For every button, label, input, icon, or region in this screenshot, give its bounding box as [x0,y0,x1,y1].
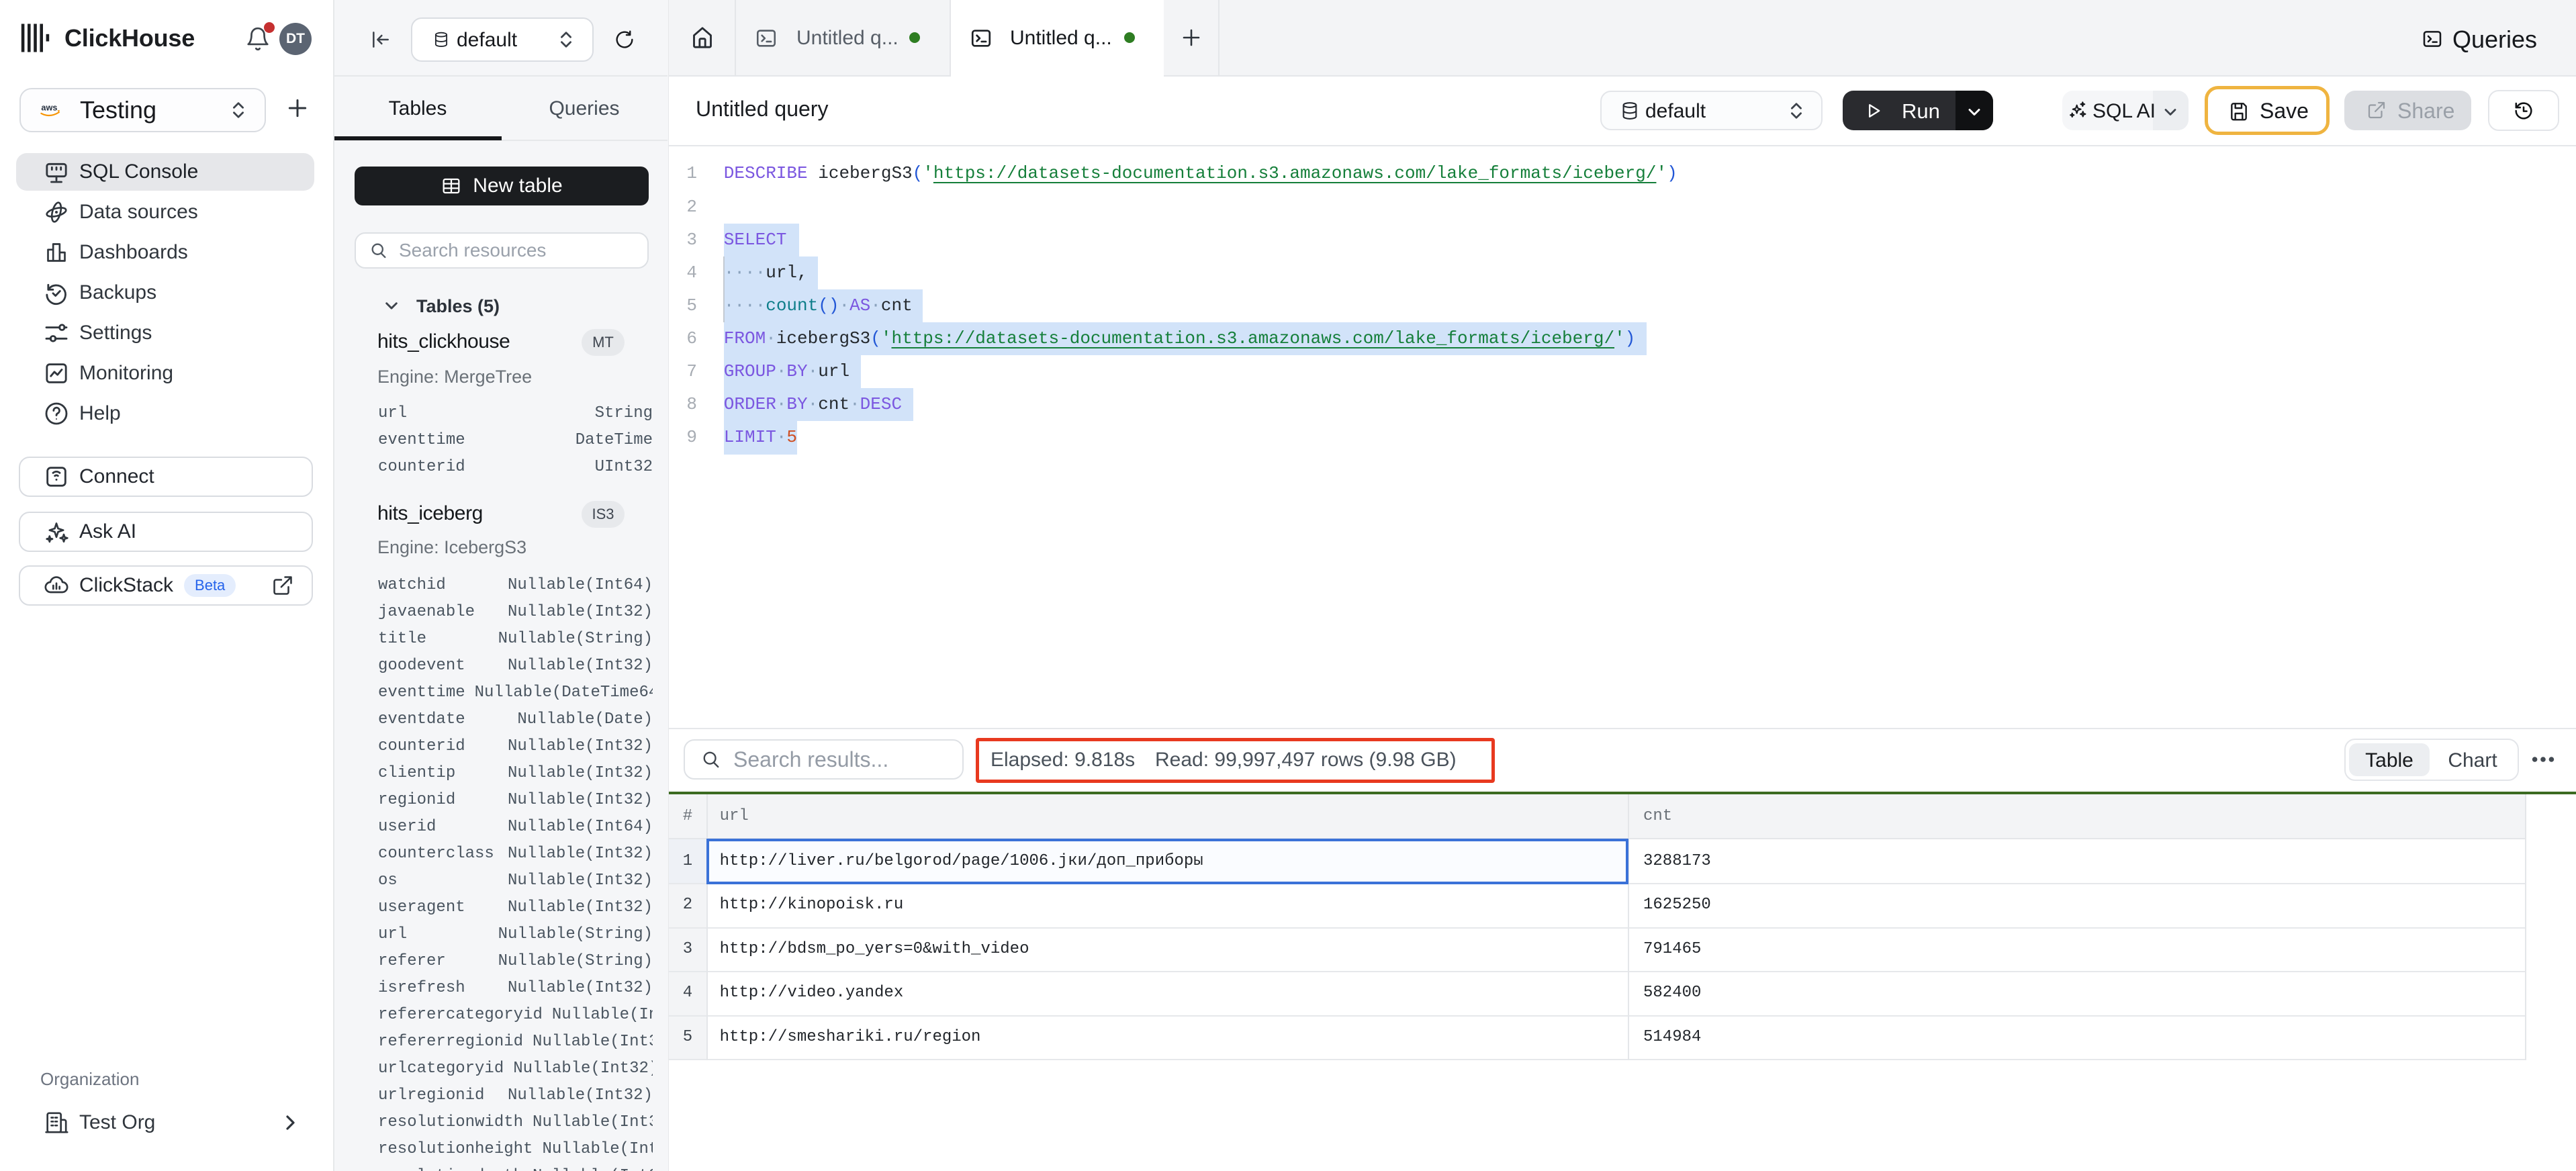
svg-text:aws: aws [41,103,57,113]
